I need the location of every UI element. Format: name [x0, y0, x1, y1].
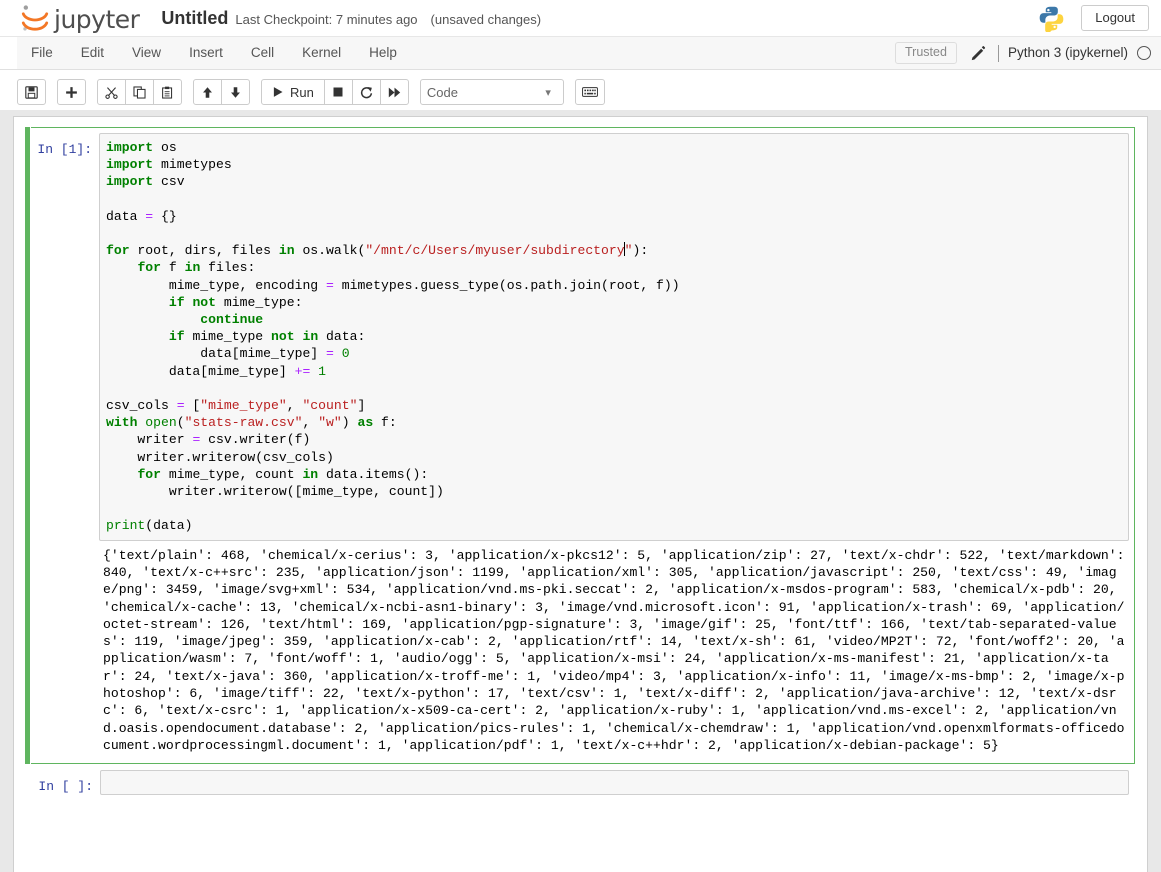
toolbar: Run CodeMarkdownRaw NBCon [17, 70, 616, 110]
menubar-container: File Edit View Insert Cell Kernel Help T… [0, 37, 1161, 70]
menu-view[interactable]: View [118, 39, 175, 67]
copy-cell-button[interactable] [125, 79, 154, 105]
jupyter-wordmark: jupyter [54, 4, 140, 34]
toolbar-group-insert [57, 79, 86, 105]
kernel-divider [997, 44, 999, 62]
notebook-background: In [1]: import os import mimetypes impor… [0, 110, 1161, 872]
keyboard-icon [581, 87, 598, 97]
toolbar-container: Run CodeMarkdownRaw NBCon [0, 70, 1161, 111]
play-icon [273, 87, 283, 97]
jupyter-logo-link[interactable]: jupyter [18, 3, 140, 34]
restart-and-run-all-button[interactable] [379, 79, 409, 105]
toolbar-group-save [17, 79, 46, 105]
cell-output-area: {'text/plain': 468, 'chemical/x-cerius':… [99, 545, 1129, 759]
move-cell-up-button[interactable] [193, 79, 222, 105]
menubar: File Edit View Insert Cell Kernel Help T… [17, 37, 1161, 69]
stdout-text: {'text/plain': 468, 'chemical/x-cerius':… [103, 547, 1133, 753]
logout-button[interactable]: Logout [1081, 4, 1149, 32]
menu-edit[interactable]: Edit [67, 39, 118, 67]
run-button[interactable]: Run [261, 79, 325, 105]
command-palette-button[interactable] [574, 79, 605, 105]
menu-insert[interactable]: Insert [175, 39, 237, 67]
move-cell-down-button[interactable] [221, 79, 250, 105]
menu-help[interactable]: Help [355, 39, 411, 67]
save-button[interactable] [17, 79, 46, 105]
notebook-panel: In [1]: import os import mimetypes impor… [13, 116, 1148, 872]
empty-code-cell[interactable]: In [ ]: [31, 764, 1135, 802]
restart-circular-arrow-icon [360, 86, 373, 98]
menu-cell[interactable]: Cell [237, 39, 288, 67]
fast-forward-icon [388, 87, 401, 97]
restart-kernel-button[interactable] [351, 79, 381, 105]
paste-cell-button[interactable] [153, 79, 182, 105]
scissors-icon [105, 86, 118, 99]
header-right-group: Logout [1038, 0, 1149, 36]
arrow-up-icon [203, 86, 212, 98]
cell-output-wrap: {'text/plain': 468, 'chemical/x-cerius':… [31, 541, 1129, 759]
last-checkpoint-text: Last Checkpoint: 7 minutes ago [235, 11, 418, 27]
empty-code-editor[interactable] [100, 770, 1129, 796]
empty-cell-prompt: In [ ]: [38, 779, 93, 795]
run-button-label: Run [290, 84, 314, 100]
toolbar-group-move [193, 79, 250, 105]
kernel-name-label[interactable]: Python 3 (ipykernel) [1008, 46, 1128, 60]
menubar-right-group: Trusted Python 3 (ipykernel) [895, 37, 1151, 69]
stop-square-icon [333, 87, 343, 97]
plus-icon [66, 86, 77, 98]
trusted-badge: Trusted [895, 42, 957, 64]
floppy-disk-icon [25, 85, 38, 99]
menu-file[interactable]: File [17, 39, 67, 67]
pencil-icon[interactable] [971, 45, 986, 61]
code-editor[interactable]: import os import mimetypes import csv da… [99, 133, 1129, 541]
jupyter-logo-icon [18, 3, 52, 33]
paste-icon [162, 86, 173, 99]
app-header: jupyter Untitled Last Checkpoint: 7 minu… [0, 0, 1161, 37]
cell-type-select[interactable]: CodeMarkdownRaw NBConvertHeading [419, 79, 564, 105]
python-logo-icon [1038, 5, 1065, 33]
toolbar-group-clipboard [97, 79, 182, 105]
notebook-title[interactable]: Untitled [161, 8, 228, 29]
menu-kernel[interactable]: Kernel [288, 39, 355, 67]
cell-output-prompt [31, 545, 99, 759]
code-cell[interactable]: In [1]: import os import mimetypes impor… [25, 126, 1135, 765]
toolbar-group-run: Run [261, 79, 409, 105]
toolbar-group-palette [574, 79, 605, 105]
unsaved-changes-text: (unsaved changes) [430, 11, 542, 27]
cells-container: In [1]: import os import mimetypes impor… [14, 117, 1147, 802]
cell-input-prompt: In [1]: [37, 142, 92, 157]
arrow-down-icon [231, 86, 240, 98]
insert-cell-below-button[interactable] [57, 79, 86, 105]
cell-type-select-wrap: CodeMarkdownRaw NBConvertHeading ▾ [419, 79, 575, 105]
code-source[interactable]: import os import mimetypes import csv da… [106, 139, 1124, 535]
copy-icon [133, 85, 146, 99]
cut-cell-button[interactable] [97, 79, 126, 105]
kernel-idle-circle-icon [1137, 46, 1151, 60]
interrupt-kernel-button[interactable] [323, 79, 353, 105]
